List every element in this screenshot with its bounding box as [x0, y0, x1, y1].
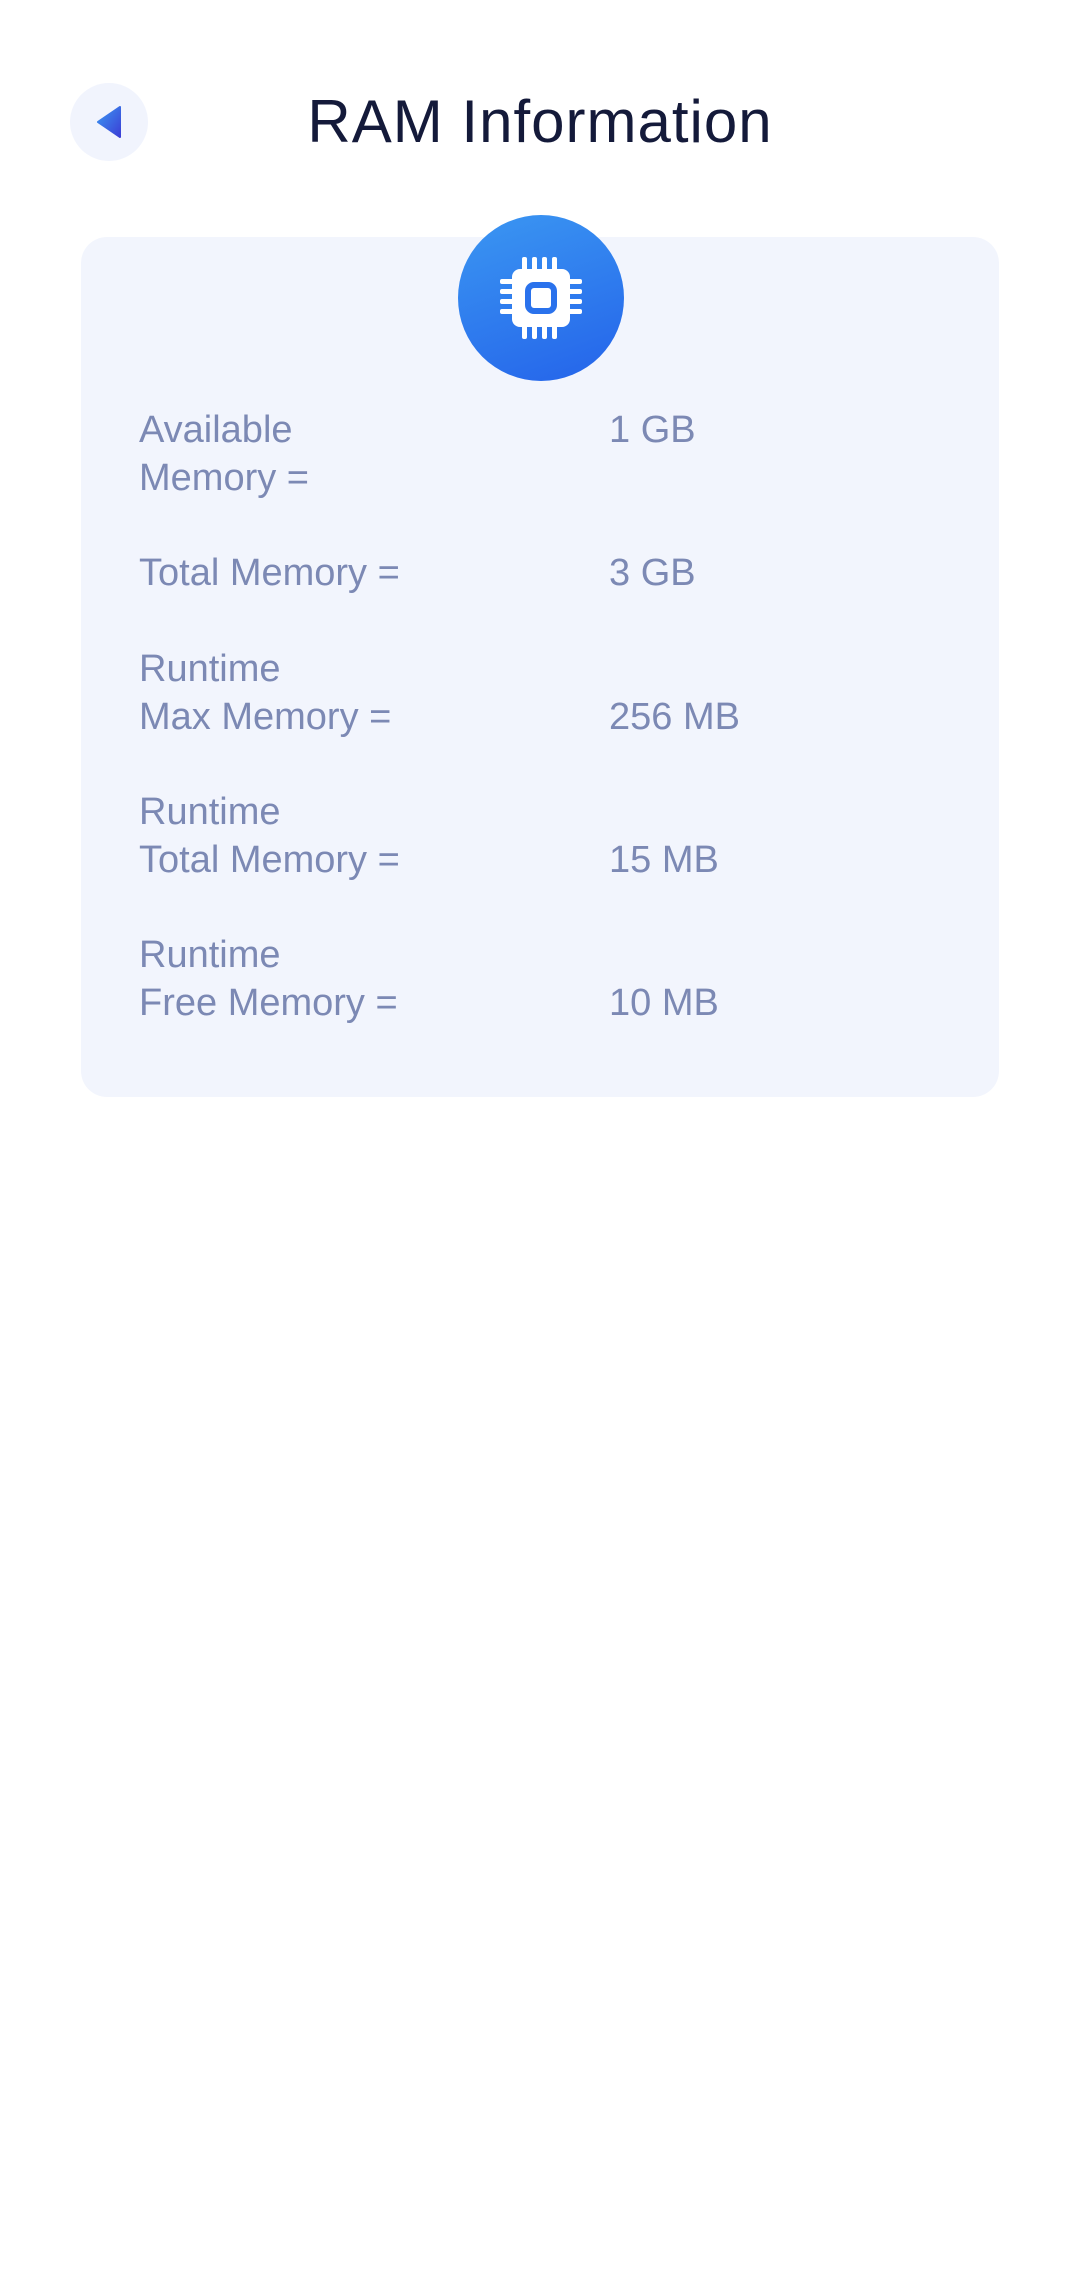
- label-line: Runtime: [139, 648, 281, 690]
- label-line: Max Memory =: [139, 696, 392, 738]
- info-row-label: Runtime Free Memory =: [139, 931, 559, 1027]
- info-row-value: 1 GB: [609, 409, 696, 451]
- label-line: Total Memory =: [139, 552, 400, 594]
- info-row-available-memory: Available Memory = 1 GB: [139, 406, 959, 502]
- label-line: Runtime: [139, 791, 281, 833]
- memory-chip-icon: [500, 257, 582, 339]
- info-row-label: Available Memory =: [139, 406, 559, 502]
- info-row-label: Runtime Max Memory =: [139, 645, 559, 741]
- info-row-value: 10 MB: [609, 982, 719, 1024]
- label-line: Memory =: [139, 457, 309, 499]
- info-row-value: 3 GB: [609, 552, 696, 594]
- info-row-runtime-total-memory: Runtime Total Memory = 15 MB: [139, 788, 959, 884]
- info-row-total-memory: Total Memory = 3 GB: [139, 549, 959, 597]
- page-title: RAM Information: [307, 88, 773, 155]
- info-row-value: 15 MB: [609, 839, 719, 881]
- ram-info-screen: RAM Information Available Memory = 1 GB …: [0, 0, 1080, 2280]
- header: RAM Information: [0, 60, 1080, 185]
- label-line: Free Memory =: [139, 982, 398, 1024]
- label-line: Runtime: [139, 934, 281, 976]
- info-row-label: Runtime Total Memory =: [139, 788, 559, 884]
- info-row-value: 256 MB: [609, 696, 740, 738]
- info-row-runtime-max-memory: Runtime Max Memory = 256 MB: [139, 645, 959, 741]
- label-line: Available: [139, 409, 293, 451]
- memory-chip-badge: [458, 215, 624, 381]
- info-row-runtime-free-memory: Runtime Free Memory = 10 MB: [139, 931, 959, 1027]
- info-row-label: Total Memory =: [139, 549, 559, 597]
- label-line: Total Memory =: [139, 839, 400, 881]
